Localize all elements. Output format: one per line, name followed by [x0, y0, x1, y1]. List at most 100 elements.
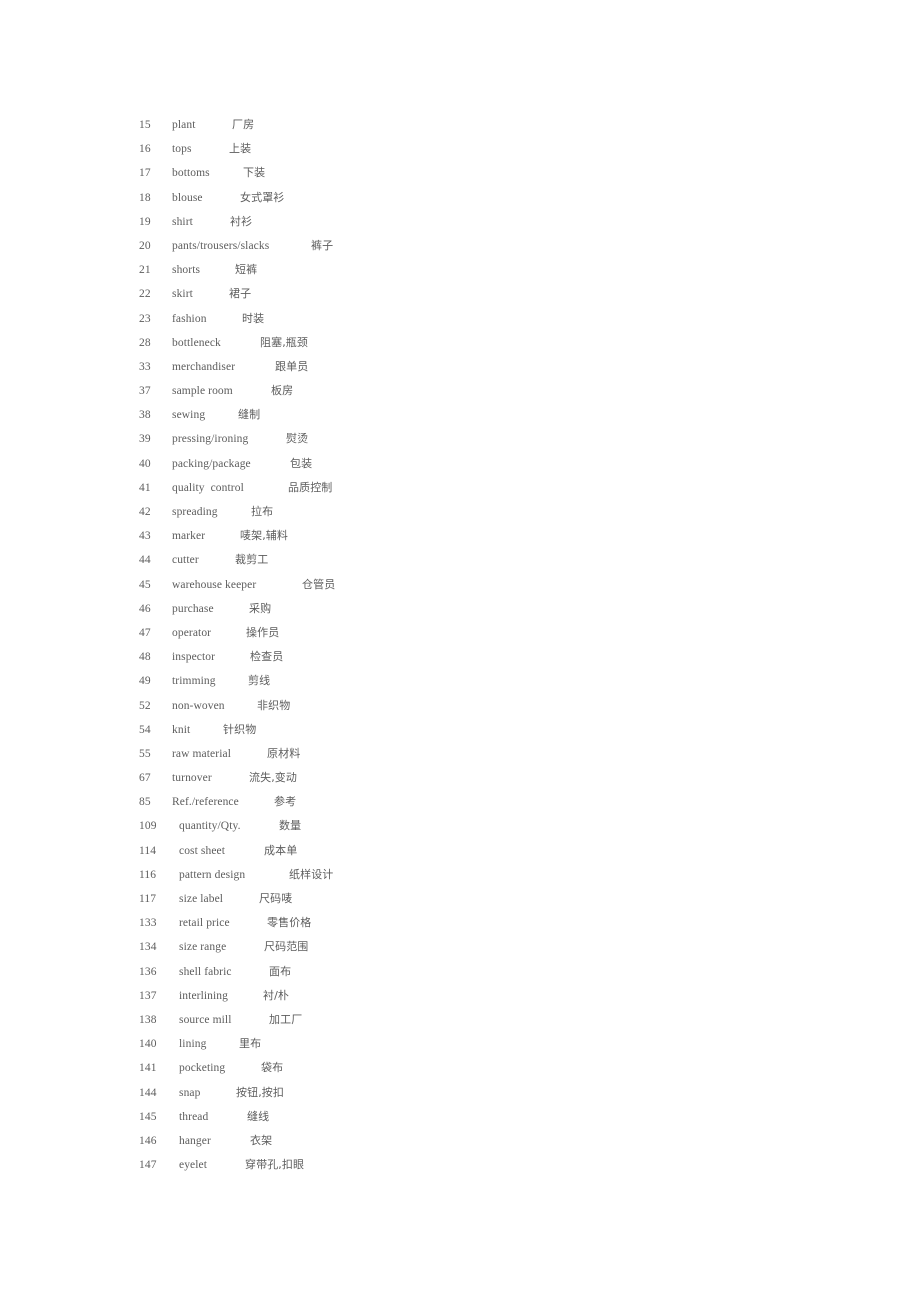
entry-term-english: spreading [172, 506, 218, 518]
entry-gloss-chinese: 厂房 [232, 118, 255, 131]
entry-gloss-chinese: 操作员 [246, 625, 280, 639]
entry-term-english: knit [172, 723, 191, 736]
entry-gloss-chinese: 穿带孔,扣眼 [245, 1158, 305, 1172]
entry-gloss-chinese: 衣架 [250, 1133, 273, 1147]
entry-gloss-chinese: 仓管员 [302, 577, 336, 591]
entry-term-english: turnover [172, 772, 212, 785]
entry-gloss-chinese: 尺码唛 [259, 892, 293, 905]
entry-term-english: thread [179, 1110, 209, 1123]
entry-term-english: pants/trousers/slacks [172, 239, 270, 252]
entry-number: 20 [139, 239, 151, 252]
glossary-entry: 109 quantity/Qty. 数量 [0, 814, 920, 838]
glossary-entry: 33 merchandiser 跟单员 [0, 355, 920, 379]
entry-term-english: quality control [172, 481, 244, 494]
entry-number: 49 [139, 675, 151, 688]
glossary-entry: 18 blouse 女式罩衫 [0, 186, 920, 210]
entry-term-english: tops [172, 143, 192, 156]
entry-gloss-chinese: 时装 [242, 311, 265, 325]
glossary-entry: 45 warehouse keeper 仓管员 [0, 573, 920, 597]
glossary-entry: 114 cost sheet 成本单 [0, 839, 920, 863]
entry-term-english: merchandiser [172, 360, 236, 373]
entry-number: 144 [139, 1086, 157, 1099]
entry-term-english: raw material [172, 747, 231, 760]
glossary-entry: 39 pressing/ironing 熨烫 [0, 427, 920, 451]
entry-term-english: shell fabric [179, 965, 232, 978]
entry-term-english: fashion [172, 312, 207, 325]
entry-number: 16 [139, 143, 151, 156]
entry-term-english: warehouse keeper [172, 578, 257, 591]
glossary-entry: 43 marker 唛架,辅料 [0, 524, 920, 548]
entry-number: 42 [139, 506, 151, 518]
glossary-entry: 137 interlining 衬/朴 [0, 984, 920, 1008]
entry-gloss-chinese: 袋布 [261, 1061, 284, 1075]
entry-term-english: pattern design [179, 868, 246, 881]
entry-gloss-chinese: 衬衫 [230, 214, 253, 228]
entry-term-english: plant [172, 119, 196, 131]
entry-term-english: purchase [172, 602, 214, 615]
entry-gloss-chinese: 裁剪工 [235, 553, 269, 567]
glossary-entry: 138 source mill 加工厂 [0, 1008, 920, 1032]
entry-gloss-chinese: 品质控制 [288, 480, 333, 494]
entry-gloss-chinese: 熨烫 [286, 432, 309, 446]
glossary-entry: 41 quality control 品质控制 [0, 476, 920, 500]
entry-number: 15 [139, 119, 151, 131]
entry-number: 140 [139, 1038, 157, 1051]
entry-number: 85 [139, 796, 151, 809]
glossary-entry: 22 skirt 裙子 [0, 282, 920, 306]
entry-term-english: skirt [172, 288, 193, 301]
glossary-list: 15 plant 厂房 16 tops 上装 17 bottoms 下装 18 blouse 女式罩衫… [0, 113, 920, 1177]
entry-gloss-chinese: 裙子 [229, 287, 252, 301]
entry-number: 145 [139, 1110, 157, 1123]
entry-gloss-chinese: 板房 [271, 384, 294, 398]
entry-term-english: blouse [172, 191, 203, 204]
entry-number: 41 [139, 481, 151, 494]
entry-gloss-chinese: 面布 [269, 964, 292, 978]
glossary-entry: 20 pants/trousers/slacks 裤子 [0, 234, 920, 258]
entry-term-english: retail price [179, 917, 230, 930]
entry-term-english: inspector [172, 651, 216, 664]
entry-term-english: non-woven [172, 699, 225, 712]
entry-term-english: shorts [172, 264, 201, 277]
entry-number: 38 [139, 409, 151, 422]
entry-gloss-chinese: 女式罩衫 [240, 190, 285, 204]
entry-term-english: interlining [179, 989, 229, 1002]
entry-gloss-chinese: 跟单员 [275, 359, 309, 373]
entry-number: 136 [139, 965, 157, 978]
entry-number: 28 [139, 336, 151, 349]
entry-number: 37 [139, 385, 151, 398]
entry-number: 40 [139, 457, 151, 470]
entry-number: 141 [139, 1062, 157, 1075]
entry-gloss-chinese: 衬/朴 [263, 988, 290, 1002]
entry-term-english: pressing/ironing [172, 433, 249, 446]
entry-number: 116 [139, 868, 157, 881]
glossary-entry: 21 shorts 短裤 [0, 258, 920, 282]
entry-term-english: pocketing [179, 1062, 226, 1075]
glossary-entry: 38 sewing 缝制 [0, 403, 920, 427]
entry-number: 45 [139, 578, 151, 591]
entry-number: 46 [139, 602, 151, 615]
entry-term-english: size label [179, 893, 224, 905]
entry-number: 109 [139, 820, 157, 833]
entry-number: 17 [139, 167, 151, 180]
glossary-entry: 48 inspector 检查员 [0, 645, 920, 669]
entry-gloss-chinese: 包装 [290, 456, 313, 470]
entry-term-english: hanger [179, 1134, 211, 1147]
entry-term-english: bottoms [172, 167, 210, 180]
glossary-entry: 46 purchase 采购 [0, 597, 920, 621]
entry-gloss-chinese: 剪线 [248, 674, 271, 688]
entry-term-english: operator [172, 626, 212, 639]
entry-number: 134 [139, 941, 157, 954]
glossary-entry: 133 retail price 零售价格 [0, 911, 920, 935]
entry-gloss-chinese: 阻塞,瓶颈 [260, 335, 308, 349]
entry-gloss-chinese: 唛架,辅料 [240, 529, 288, 543]
glossary-entry: 141 pocketing 袋布 [0, 1056, 920, 1080]
glossary-entry: 116 pattern design 纸样设计 [0, 863, 920, 887]
entry-number: 22 [139, 288, 151, 301]
entry-gloss-chinese: 纸样设计 [289, 867, 334, 881]
entry-number: 67 [139, 772, 151, 785]
glossary-entry: 49 trimming 剪线 [0, 669, 920, 693]
entry-gloss-chinese: 缝制 [238, 408, 261, 422]
entry-gloss-chinese: 非织物 [257, 698, 291, 712]
entry-gloss-chinese: 裤子 [311, 238, 334, 252]
entry-number: 52 [139, 699, 151, 712]
